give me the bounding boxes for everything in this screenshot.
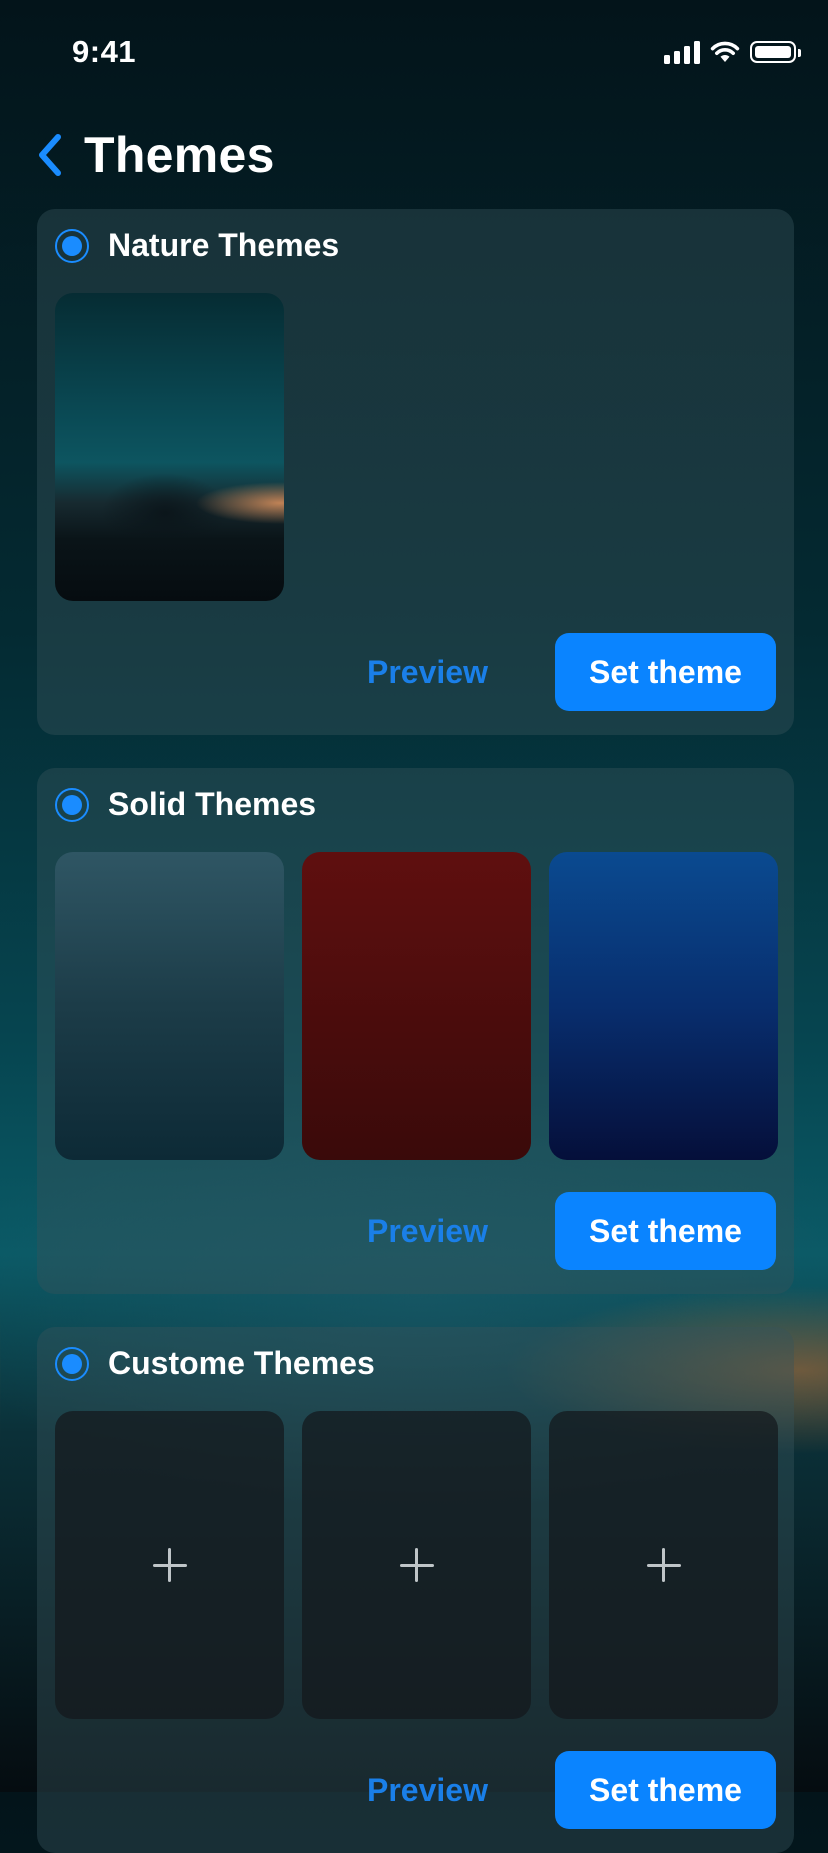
add-custom-theme-slot[interactable]: [549, 1411, 778, 1719]
radio-selected-icon[interactable]: [55, 1346, 89, 1381]
status-icons: [664, 40, 801, 64]
set-theme-button[interactable]: Set theme: [555, 633, 776, 711]
plus-icon: [399, 1548, 434, 1582]
plus-icon: [152, 1548, 187, 1582]
status-time: 9:41: [72, 34, 137, 69]
status-bar: 9:41: [0, 0, 828, 100]
page-title: Themes: [84, 127, 275, 183]
theme-thumbnail-slate[interactable]: [55, 852, 284, 1160]
add-custom-theme-slot[interactable]: [302, 1411, 531, 1719]
section-title: Solid Themes: [108, 786, 317, 822]
theme-section-nature: Nature Themes Preview Set theme: [37, 209, 794, 735]
theme-thumbnails: [55, 1411, 778, 1719]
add-custom-theme-slot[interactable]: [55, 1411, 284, 1719]
nav-header: Themes: [36, 120, 275, 190]
section-title: Custome Themes: [108, 1345, 375, 1381]
section-header[interactable]: Custome Themes: [55, 1345, 375, 1382]
set-theme-button[interactable]: Set theme: [555, 1751, 776, 1829]
section-header[interactable]: Solid Themes: [55, 786, 316, 823]
theme-section-custom: Custome Themes Preview Set theme: [37, 1327, 794, 1853]
theme-thumbnail-red[interactable]: [302, 852, 531, 1160]
radio-selected-icon[interactable]: [55, 787, 89, 822]
set-theme-button[interactable]: Set theme: [555, 1192, 776, 1270]
theme-thumbnail-nature[interactable]: [55, 293, 284, 601]
theme-thumbnails: [55, 293, 284, 601]
section-header[interactable]: Nature Themes: [55, 227, 339, 264]
radio-selected-icon[interactable]: [55, 228, 89, 263]
wifi-icon: [710, 41, 740, 62]
plus-icon: [646, 1548, 681, 1582]
preview-button[interactable]: Preview: [367, 1213, 488, 1250]
theme-thumbnails: [55, 852, 778, 1160]
cellular-signal-icon: [664, 40, 700, 64]
preview-button[interactable]: Preview: [367, 654, 488, 691]
theme-thumbnail-blue[interactable]: [549, 852, 778, 1160]
preview-button[interactable]: Preview: [367, 1772, 488, 1809]
section-title: Nature Themes: [108, 227, 340, 263]
battery-icon: [750, 41, 801, 63]
theme-section-solid: Solid Themes Preview Set theme: [37, 768, 794, 1294]
chevron-left-icon[interactable]: [36, 128, 74, 182]
